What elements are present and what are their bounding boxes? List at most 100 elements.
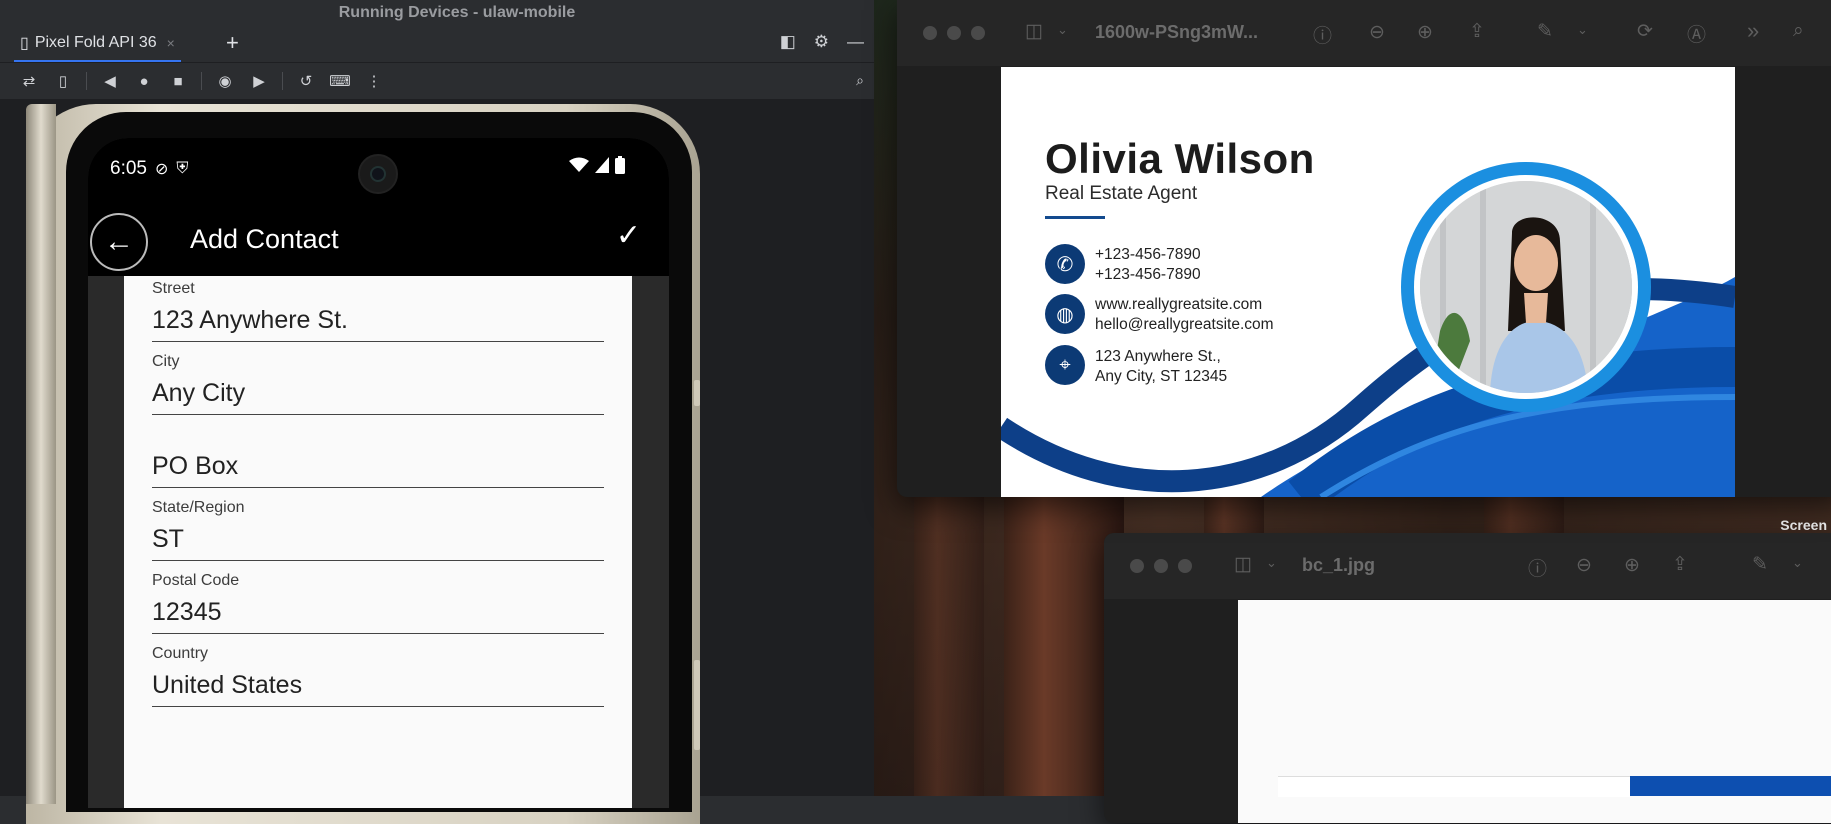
country-field[interactable]: Country United States (152, 645, 604, 707)
shield-icon: ⛨ (176, 160, 189, 177)
card-web: www.reallygreatsite.com hello@reallygrea… (1095, 295, 1274, 335)
window-title: Running Devices - ulaw-mobile (0, 0, 874, 26)
sidebar-icon[interactable]: ◫ (1234, 553, 1252, 576)
gear-icon[interactable]: ⚙ (814, 32, 829, 52)
card-name: Olivia Wilson (1045, 135, 1315, 182)
layout-icon[interactable]: ◧ (780, 32, 796, 52)
zoom-window-button[interactable] (1178, 559, 1192, 573)
overview-icon[interactable]: ■ (161, 73, 195, 90)
street-field[interactable]: Street 123 Anywhere St. (152, 280, 604, 342)
highlight-icon[interactable]: Ⓐ (1687, 20, 1706, 47)
sidebar-icon[interactable]: ◫ (1025, 20, 1043, 43)
preview-window-bc1[interactable]: ◫ ⌄ bc_1.jpg ⓘ ⊖ ⊕ ⇪ ✎ ⌄ (1104, 533, 1831, 823)
close-window-button[interactable] (923, 26, 937, 40)
zoom-out-icon[interactable]: ⊖ (1369, 21, 1385, 44)
postal-code-field[interactable]: Postal Code 12345 (152, 572, 604, 634)
card-website: www.reallygreatsite.com (1095, 296, 1263, 313)
share-icon[interactable]: ⇪ (1469, 20, 1485, 43)
markup-icon[interactable]: ✎ (1537, 20, 1553, 43)
zoom-in-icon[interactable]: ⊕ (1417, 21, 1433, 44)
overflow-icon[interactable]: » (1747, 18, 1759, 44)
chevron-down-icon[interactable]: ⌄ (1792, 555, 1803, 571)
home-icon[interactable]: ● (127, 73, 161, 90)
state-field[interactable]: State/Region ST (152, 499, 604, 561)
back-icon[interactable]: ◀ (93, 72, 127, 90)
close-icon[interactable]: × (167, 35, 175, 51)
minimize-window-button[interactable] (947, 26, 961, 40)
volume-button[interactable] (694, 660, 700, 750)
contact-form: Street 123 Anywhere St. City Any City PO… (124, 276, 632, 808)
field-label (152, 426, 604, 444)
field-label: Postal Code (152, 572, 240, 589)
zoom-in-icon[interactable]: ⊕ (1624, 554, 1640, 577)
field-label: Country (152, 645, 209, 662)
card-phones: +123-456-7890 +123-456-7890 (1095, 245, 1201, 285)
phone-icon: ▯ (20, 35, 29, 52)
card-phone-2: +123-456-7890 (1095, 266, 1201, 283)
record-icon[interactable]: ▶ (242, 72, 276, 90)
zoom-out-icon[interactable]: ⊖ (1576, 554, 1592, 577)
field-label: City (152, 353, 180, 370)
card-address: 123 Anywhere St., Any City, ST 12345 (1095, 347, 1227, 387)
inspect-icon[interactable]: ⌕ (856, 72, 864, 89)
business-card-image: Olivia Wilson Real Estate Agent ✆ +123-4… (1001, 67, 1735, 497)
field-label: State/Region (152, 499, 245, 516)
city-input[interactable]: Any City (152, 379, 604, 415)
po-box-input[interactable]: PO Box (152, 452, 604, 488)
chevron-down-icon[interactable]: ⌄ (1266, 555, 1277, 571)
vpn-icon: ⊘ (154, 161, 169, 178)
battery-icon (615, 156, 625, 174)
desktop-file-label[interactable]: Screen (1780, 517, 1827, 533)
tab-pixel-fold[interactable]: ▯ Pixel Fold API 36 × (14, 26, 181, 62)
country-input[interactable]: United States (152, 671, 604, 707)
image-content (1278, 776, 1630, 797)
back-arrow-icon[interactable]: ← (90, 213, 148, 271)
device-tab-bar: ▯ Pixel Fold API 36 × + ◧ ⚙ — (0, 26, 874, 63)
po-box-field[interactable]: PO Box (152, 426, 604, 488)
card-address-line-1: 123 Anywhere St., (1095, 348, 1221, 365)
window-toolbar: ◫ ⌄ 1600w-PSng3mW... ⓘ ⊖ ⊕ ⇪ ✎ ⌄ ⟳ Ⓐ » ⌕ (897, 0, 1831, 66)
state-input[interactable]: ST (152, 525, 604, 561)
signal-icon (595, 157, 609, 173)
close-window-button[interactable] (1130, 559, 1144, 573)
reset-icon[interactable]: ↺ (289, 72, 323, 90)
add-tab-button[interactable]: + (226, 30, 239, 56)
more-icon[interactable]: ⋮ (357, 72, 391, 90)
minimize-icon[interactable]: — (847, 32, 864, 52)
keyboard-icon[interactable]: ⌨ (323, 72, 357, 90)
window-title: bc_1.jpg (1302, 555, 1376, 575)
chevron-down-icon[interactable]: ⌄ (1057, 22, 1068, 38)
card-phone-1: +123-456-7890 (1095, 246, 1201, 263)
rotate-device-icon[interactable]: ▯ (46, 72, 80, 90)
globe-icon: ◍ (1045, 294, 1085, 334)
portrait-illustration (1420, 181, 1632, 393)
street-input[interactable]: 123 Anywhere St. (152, 306, 604, 342)
window-toolbar: ◫ ⌄ bc_1.jpg ⓘ ⊖ ⊕ ⇪ ✎ ⌄ (1104, 533, 1831, 599)
status-time: 6:05 (110, 158, 147, 179)
card-email: hello@reallygreatsite.com (1095, 316, 1274, 333)
divider (86, 72, 87, 90)
fold-icon[interactable]: ⇄ (12, 72, 46, 90)
card-divider (1045, 216, 1105, 219)
camera-icon[interactable]: ◉ (208, 72, 242, 90)
power-button[interactable] (694, 380, 700, 406)
save-check-icon[interactable]: ✓ (616, 218, 641, 253)
info-icon[interactable]: ⓘ (1313, 21, 1332, 48)
photo-border (1414, 175, 1638, 399)
emulator-toolbar: ⇄ ▯ ◀ ● ■ ◉ ▶ ↺ ⌨ ⋮ ⌕ (0, 63, 874, 99)
rotate-icon[interactable]: ⟳ (1637, 20, 1653, 43)
markup-icon[interactable]: ✎ (1752, 553, 1768, 576)
minimize-window-button[interactable] (1154, 559, 1168, 573)
info-icon[interactable]: ⓘ (1528, 554, 1547, 581)
front-camera (358, 154, 398, 194)
app-bar: ← Add Contact ✓ (88, 200, 669, 276)
share-icon[interactable]: ⇪ (1672, 553, 1688, 576)
wifi-icon (569, 157, 589, 172)
city-field[interactable]: City Any City (152, 353, 604, 415)
postal-code-input[interactable]: 12345 (152, 598, 604, 634)
zoom-window-button[interactable] (971, 26, 985, 40)
chevron-down-icon[interactable]: ⌄ (1577, 22, 1588, 38)
page-title: Add Contact (190, 224, 339, 254)
search-icon[interactable]: ⌕ (1793, 20, 1804, 42)
phone-screen: 6:05 ⊘ ⛨ ← Add Contact ✓ Street 123 Anyw… (88, 138, 669, 808)
